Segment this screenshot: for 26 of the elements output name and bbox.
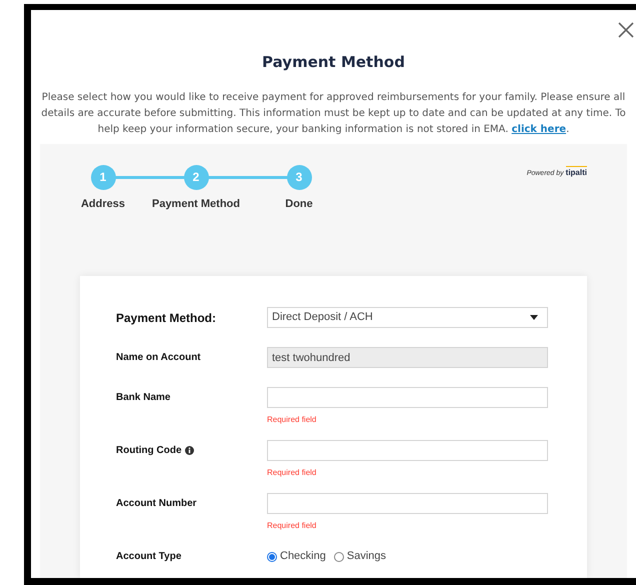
field-label: Account Type xyxy=(116,550,182,564)
field-label: Payment Method: xyxy=(116,310,216,326)
step-label: Address xyxy=(80,196,126,212)
click-here-link[interactable]: click here xyxy=(512,124,566,134)
error-message: Required field xyxy=(267,415,318,425)
field-label: Name on Account xyxy=(116,351,201,365)
input-field[interactable]: test twohundred xyxy=(267,347,548,368)
radio-label: Savings xyxy=(346,549,386,564)
radio-label: Checking xyxy=(280,549,326,564)
field-label: Account Number xyxy=(116,497,197,511)
radio-button[interactable] xyxy=(267,552,277,562)
field-label: Routing Code xyxy=(116,444,182,458)
input-field[interactable] xyxy=(267,387,548,408)
dialog-title: Payment Method xyxy=(261,52,406,73)
caret-icon xyxy=(530,315,538,320)
input-field[interactable] xyxy=(267,493,548,514)
close-icon[interactable] xyxy=(618,22,634,38)
field-label: Bank Name xyxy=(116,391,170,405)
payment-method-select[interactable]: Direct Deposit / ACH xyxy=(267,307,548,328)
input-field[interactable] xyxy=(267,440,548,461)
error-message: Required field xyxy=(267,521,318,531)
step-label: Done xyxy=(285,196,313,212)
intro-text: Please select how you would like to receive payment for approved reimbursements for your family. Please ensure all details are accurate before submitting. This information must be kept up to date and can be updated at any time. To help keep your information secure, your banking information is not stored in EMA. click here. xyxy=(40,90,627,136)
step-label: Payment Method xyxy=(152,196,240,212)
error-message: Required field xyxy=(267,468,318,478)
radio-button[interactable] xyxy=(334,552,344,562)
